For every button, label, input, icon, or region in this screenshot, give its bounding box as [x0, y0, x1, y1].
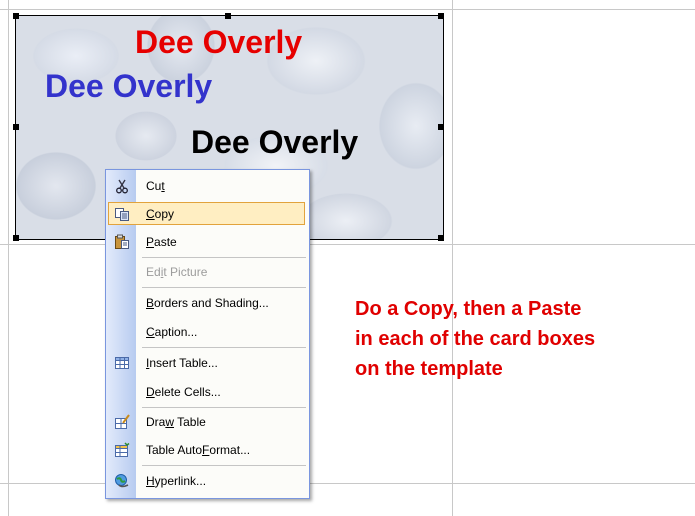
menu-item-label: Insert Table... — [146, 356, 218, 370]
menu-item-table-autoformat[interactable]: Table AutoFormat... — [106, 437, 309, 463]
card-name-black: Dee Overly — [191, 124, 359, 160]
menu-item-edit-picture: Edit Picture — [106, 259, 309, 285]
card-name-blue: Dee Overly — [45, 68, 213, 104]
menu-item-label: Cut — [146, 179, 165, 193]
menu-item-label: Caption... — [146, 325, 198, 339]
resize-handle[interactable] — [438, 13, 444, 19]
card-name-red: Dee Overly — [135, 24, 303, 60]
menu-item-label: Edit Picture — [146, 265, 208, 279]
menu-separator — [142, 287, 306, 288]
menu-item-label: Borders and Shading... — [146, 296, 269, 310]
menu-item-delete-cells[interactable]: Delete Cells... — [106, 379, 309, 405]
table-gridline — [452, 0, 453, 516]
resize-handle[interactable] — [13, 124, 19, 130]
menu-item-paste[interactable]: Paste — [106, 229, 309, 255]
resize-handle[interactable] — [438, 235, 444, 241]
hyperlink-icon — [114, 473, 130, 489]
copy-icon — [114, 206, 130, 222]
menu-item-cut[interactable]: Cut — [106, 173, 309, 199]
resize-handle[interactable] — [13, 235, 19, 241]
menu-item-caption[interactable]: Caption... — [106, 319, 309, 345]
resize-handle[interactable] — [13, 13, 19, 19]
menu-item-copy[interactable]: Copy — [106, 201, 309, 227]
table-gridline — [0, 9, 695, 10]
menu-separator — [142, 347, 306, 348]
paste-icon — [114, 234, 130, 250]
menu-item-label: Copy — [146, 207, 175, 221]
menu-item-insert-table[interactable]: Insert Table... — [106, 350, 309, 376]
table-autoformat-icon — [114, 442, 130, 458]
menu-highlight — [108, 202, 305, 225]
draw-table-icon — [114, 414, 130, 430]
menu-separator — [142, 465, 306, 466]
menu-item-hyperlink[interactable]: Hyperlink... — [106, 468, 309, 494]
resize-handle[interactable] — [438, 124, 444, 130]
table-gridline — [8, 0, 9, 516]
menu-item-label: Table AutoFormat... — [146, 443, 251, 457]
menu-separator — [142, 407, 306, 408]
menu-item-borders-and-shading[interactable]: Borders and Shading... — [106, 290, 309, 316]
insert-table-icon — [114, 355, 130, 371]
menu-item-label: Hyperlink... — [146, 474, 207, 488]
menu-item-label: Draw Table — [146, 415, 206, 429]
context-menu: Cut Copy Paste Edit Picture Borders and … — [105, 169, 310, 499]
resize-handle[interactable] — [225, 13, 231, 19]
scissors-icon — [114, 178, 130, 194]
instruction-line: Do a Copy, then a Paste — [355, 298, 582, 320]
instruction-line: on the template — [355, 358, 503, 380]
menu-item-label: Delete Cells... — [146, 385, 221, 399]
instruction-text: Do a Copy, then a Paste in each of the c… — [355, 294, 685, 384]
instruction-line: in each of the card boxes — [355, 328, 596, 350]
menu-item-draw-table[interactable]: Draw Table — [106, 409, 309, 435]
menu-item-label: Paste — [146, 235, 177, 249]
menu-separator — [142, 257, 306, 258]
